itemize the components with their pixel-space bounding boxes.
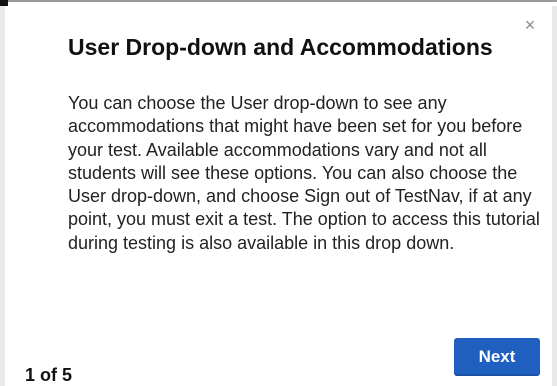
window-right-edge [552,6,557,386]
next-button[interactable]: Next [454,338,540,376]
dialog-body-text: You can choose the User drop-down to see… [68,93,540,253]
page-counter: 1 of 5 [25,365,73,385]
close-icon[interactable]: × [520,15,540,35]
dialog-title: User Drop-down and Accommodations [68,34,493,60]
tutorial-dialog: × User Drop-down and Accommodations You … [5,6,552,386]
